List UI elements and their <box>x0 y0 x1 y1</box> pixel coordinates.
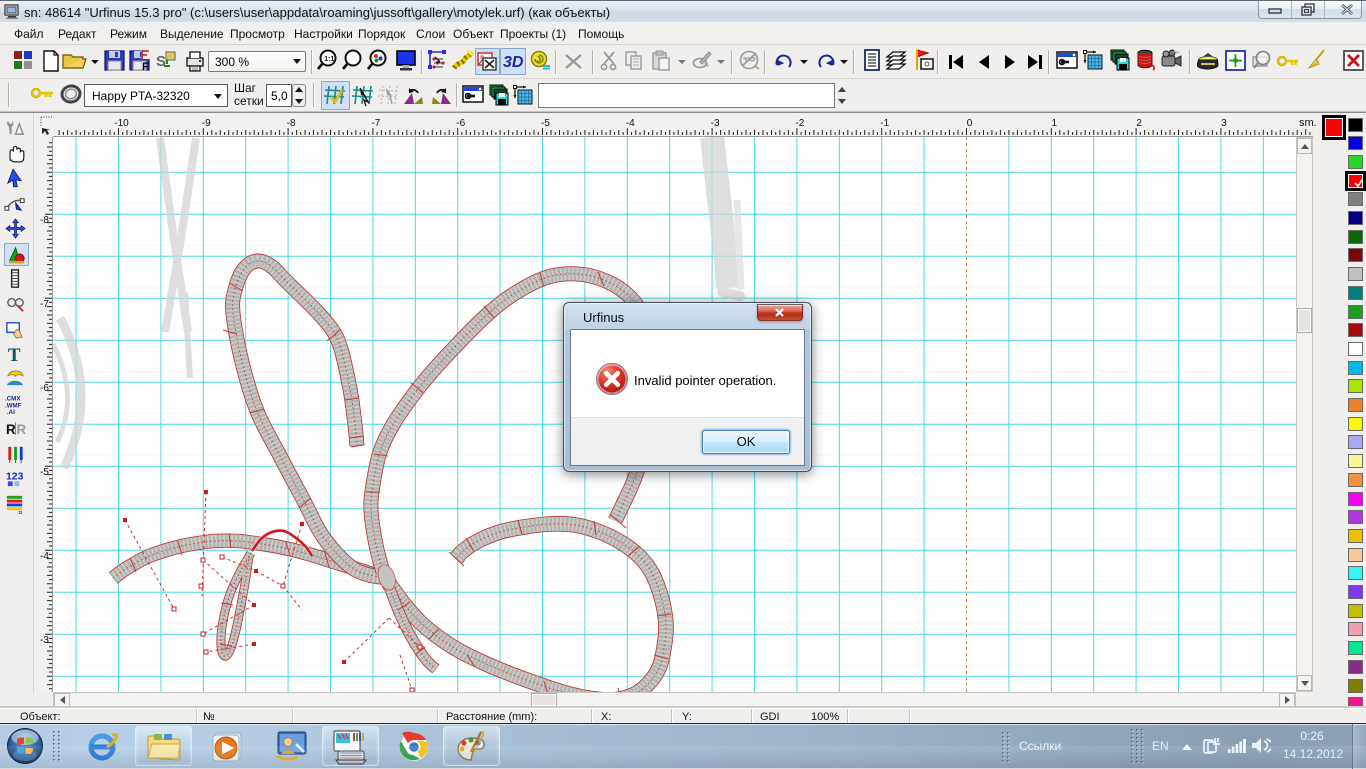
svg-text:1:1: 1:1 <box>324 56 334 63</box>
svg-text:-9: -9 <box>202 118 211 129</box>
svg-text:-1: -1 <box>880 118 889 129</box>
svg-text:-3: -3 <box>40 635 49 646</box>
svg-text:-3: -3 <box>711 118 720 129</box>
svg-text:R: R <box>16 422 26 437</box>
svg-text:T: T <box>8 345 21 364</box>
svg-text:-2: -2 <box>795 118 804 129</box>
svg-text:S: S <box>156 53 166 70</box>
svg-text:F: F <box>142 61 149 72</box>
svg-text:2: 2 <box>1136 118 1142 129</box>
svg-text:-4: -4 <box>626 118 635 129</box>
svg-text:.AI: .AI <box>7 409 15 414</box>
svg-text:0: 0 <box>967 118 973 129</box>
svg-text:-10: -10 <box>114 118 129 129</box>
svg-text:-5: -5 <box>541 118 550 129</box>
svg-text:R: R <box>6 422 16 437</box>
svg-text:-8: -8 <box>287 118 296 129</box>
svg-text:-5: -5 <box>40 467 49 478</box>
svg-text:-8: -8 <box>40 215 49 226</box>
svg-text:3D: 3D <box>503 54 524 71</box>
svg-text:-4: -4 <box>40 551 49 562</box>
svg-text:123: 123 <box>6 470 24 482</box>
svg-text:-6: -6 <box>456 118 465 129</box>
svg-text:R: R <box>18 511 22 514</box>
svg-text:-7: -7 <box>40 299 49 310</box>
svg-text:-6: -6 <box>40 383 49 394</box>
svg-text:-7: -7 <box>371 118 380 129</box>
svg-text:1: 1 <box>1052 118 1058 129</box>
svg-text:3: 3 <box>1221 118 1227 129</box>
